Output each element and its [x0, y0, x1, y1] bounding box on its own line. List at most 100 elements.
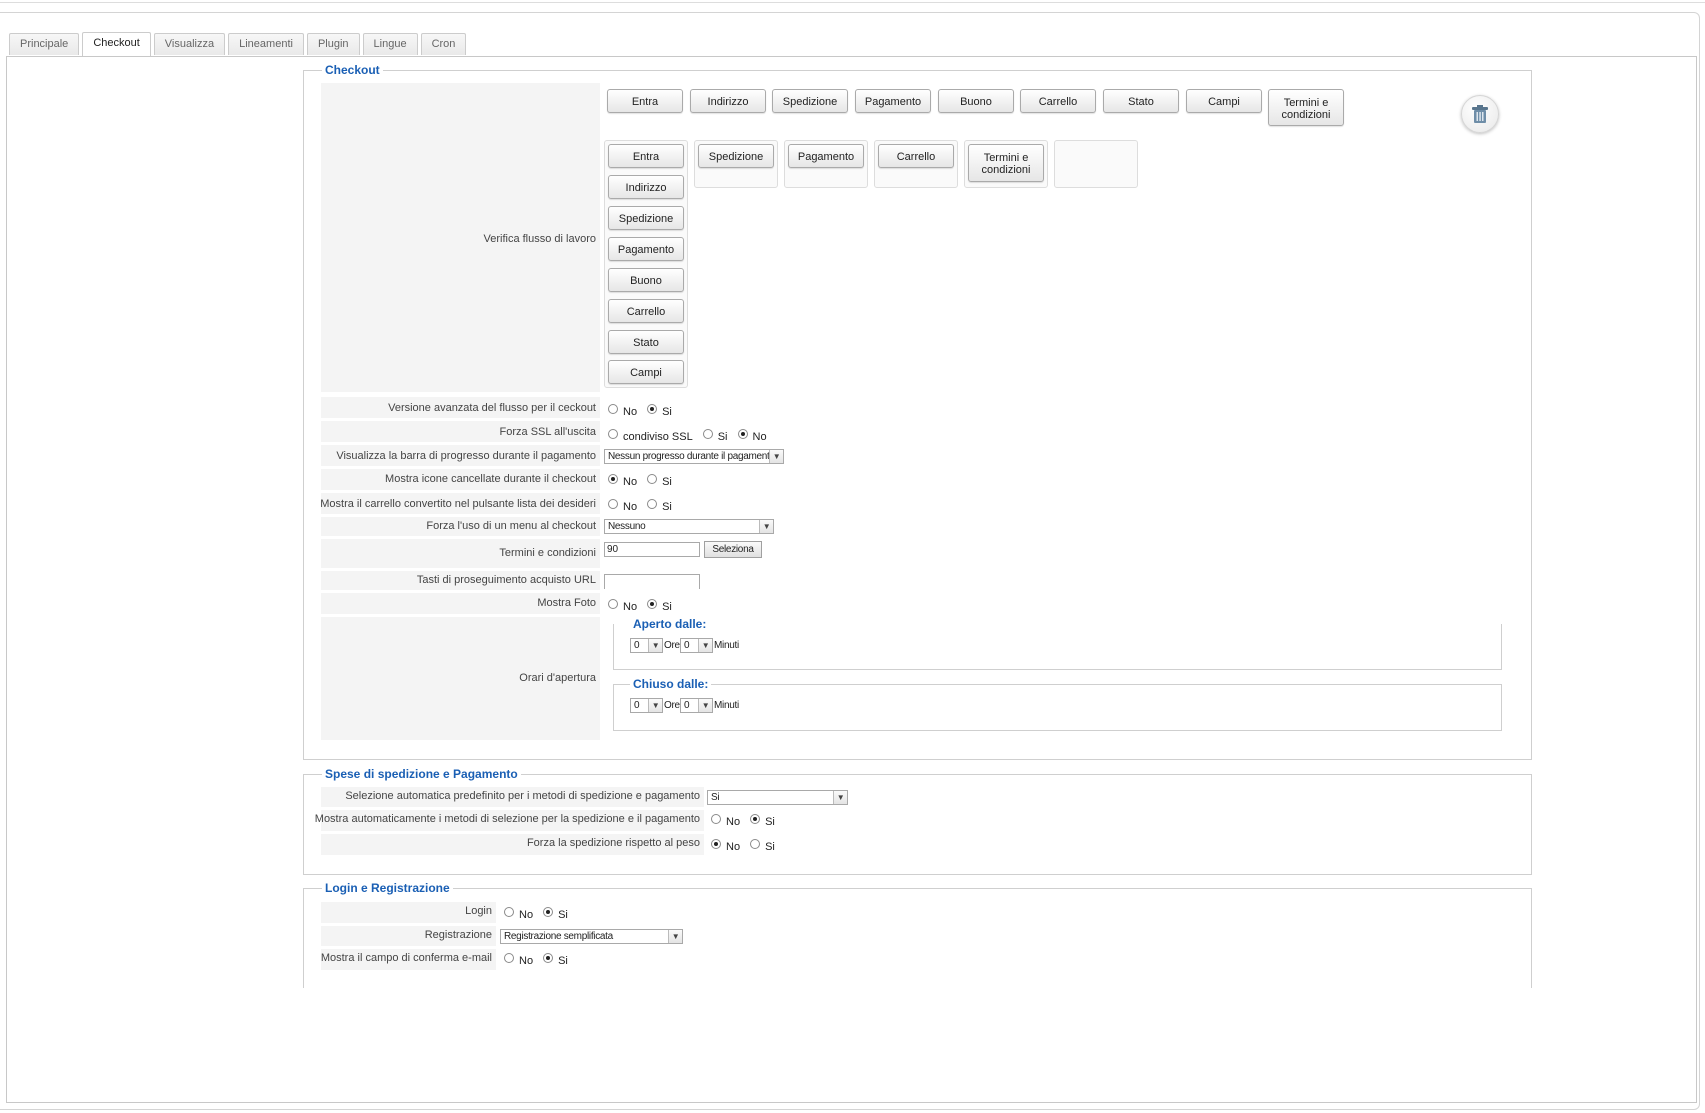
auto-show-no-label: No — [726, 816, 741, 828]
col1-buono[interactable]: Buono — [608, 268, 684, 292]
trash-glyph — [1472, 105, 1488, 123]
open-min-value: 0 — [684, 640, 690, 651]
col5-termini[interactable]: Termini e condizioni — [968, 144, 1044, 182]
step-termini-button[interactable]: Termini e condizioni — [1268, 89, 1344, 126]
auto-show-si-radio[interactable] — [750, 814, 761, 824]
force-weight-no-label: No — [726, 841, 741, 853]
tab-visualizza[interactable]: Visualizza — [153, 33, 226, 55]
auto-select-select[interactable]: Si ▼ — [707, 790, 848, 805]
step-pagamento-button[interactable]: Pagamento — [855, 89, 931, 113]
step-buono-button[interactable]: Buono — [938, 89, 1014, 113]
wishlist-no-label: No — [623, 501, 638, 513]
col2-spedizione[interactable]: Spedizione — [698, 144, 774, 168]
force-weight-si-label: Si — [765, 841, 775, 853]
tab-cron[interactable]: Cron — [420, 33, 467, 55]
cancelled-icons-no-label: No — [623, 476, 638, 488]
workflow-label: Verifica flusso di lavoro — [483, 233, 597, 245]
force-ssl-no-radio[interactable] — [737, 429, 748, 439]
open-hour-select[interactable]: 0 ▼ — [630, 638, 663, 653]
progress-bar-label-cell: Visualizza la barra di progresso durante… — [321, 445, 600, 467]
col1-spedizione[interactable]: Spedizione — [608, 206, 684, 230]
show-photo-si-radio[interactable] — [647, 599, 658, 609]
open-min-select[interactable]: 0 ▼ — [680, 638, 713, 653]
registration-label-cell: Registrazione — [321, 926, 496, 947]
email-confirm-si-radio[interactable] — [543, 953, 554, 963]
advanced-flow-si-radio[interactable] — [647, 404, 658, 414]
opening-hours-label-cell: Orari d'apertura — [321, 617, 600, 741]
col4-carrello[interactable]: Carrello — [878, 144, 954, 168]
force-weight-no-radio[interactable] — [711, 839, 721, 849]
advanced-flow-radios: No Si — [604, 404, 678, 418]
wishlist-radios: No Si — [604, 499, 678, 513]
chevron-down-icon: ▼ — [668, 930, 682, 943]
wishlist-no-radio[interactable] — [608, 499, 618, 509]
cancelled-icons-radios: No Si — [604, 474, 678, 488]
close-hours-unit: Ore — [664, 700, 680, 711]
wishlist-si-radio[interactable] — [647, 499, 658, 509]
step-entra-button[interactable]: Entra — [607, 89, 683, 113]
force-ssl-label: Forza SSL all'uscita — [499, 426, 596, 438]
progress-bar-select[interactable]: Nessun progresso durante il pagamento ▼ — [604, 449, 784, 464]
col1-stato[interactable]: Stato — [608, 330, 684, 354]
login-si-radio[interactable] — [543, 907, 554, 917]
tab-checkout[interactable]: Checkout — [82, 32, 151, 56]
wishlist-label-cell: Mostra il carrello convertito nel pulsan… — [320, 493, 600, 515]
terms-input[interactable]: 90 — [604, 542, 700, 557]
email-confirm-no-radio[interactable] — [504, 953, 514, 963]
force-weight-si-radio[interactable] — [750, 839, 761, 849]
open-from-fieldset: Aperto dalle: — [613, 617, 1502, 670]
continue-url-input[interactable] — [604, 574, 700, 589]
tab-plugin[interactable]: Plugin — [306, 33, 360, 55]
step-indirizzo-button[interactable]: Indirizzo — [690, 89, 766, 113]
step-spedizione-button[interactable]: Spedizione — [772, 89, 848, 113]
show-photo-radios: No Si — [604, 599, 678, 613]
continue-url-label-cell: Tasti di proseguimento acquisto URL — [321, 571, 600, 591]
show-photo-label-cell: Mostra Foto — [321, 593, 600, 615]
tab-lingue[interactable]: Lingue — [362, 33, 418, 55]
show-photo-si-label: Si — [662, 601, 672, 613]
force-weight-label: Forza la spedizione rispetto al peso — [526, 837, 700, 849]
tab-principale[interactable]: Principale — [9, 33, 80, 55]
terms-select-button[interactable]: Seleziona — [704, 541, 762, 558]
advanced-flow-no-radio[interactable] — [608, 404, 618, 414]
workflow-label-cell: Verifica flusso di lavoro — [321, 83, 600, 393]
cancelled-icons-no-radio[interactable] — [608, 474, 618, 484]
advanced-flow-label-cell: Versione avanzata del flusso per il ceck… — [321, 397, 600, 419]
workflow-column-6-empty[interactable] — [1054, 140, 1138, 188]
wishlist-si-label: Si — [662, 501, 672, 513]
closed-from-fieldset: Chiuso dalle: — [613, 677, 1502, 731]
show-photo-no-radio[interactable] — [608, 599, 618, 609]
continue-url-label: Tasti di proseguimento acquisto URL — [416, 574, 596, 586]
step-campi-button[interactable]: Campi — [1186, 89, 1262, 113]
close-min-select[interactable]: 0 ▼ — [680, 698, 713, 713]
cancelled-icons-si-label: Si — [662, 476, 672, 488]
auto-show-no-radio[interactable] — [711, 814, 721, 824]
tab-lineamenti[interactable]: Lineamenti — [228, 33, 304, 55]
col3-pagamento[interactable]: Pagamento — [788, 144, 864, 168]
force-menu-select[interactable]: Nessuno ▼ — [604, 519, 774, 534]
cancelled-icons-label: Mostra icone cancellate durante il check… — [385, 473, 596, 485]
tab-bar: Principale Checkout Visualizza Lineament… — [9, 32, 467, 56]
force-ssl-shared-radio[interactable] — [608, 429, 618, 439]
wishlist-label: Mostra il carrello convertito nel pulsan… — [320, 498, 596, 510]
cancelled-icons-si-radio[interactable] — [647, 474, 658, 484]
login-no-label: No — [519, 909, 534, 921]
login-label-cell: Login — [321, 902, 496, 924]
col1-campi[interactable]: Campi — [608, 360, 684, 384]
auto-select-label-cell: Selezione automatica predefinito per i m… — [321, 787, 704, 808]
step-stato-button[interactable]: Stato — [1103, 89, 1179, 113]
col1-pagamento[interactable]: Pagamento — [608, 237, 684, 261]
col1-indirizzo[interactable]: Indirizzo — [608, 175, 684, 199]
registration-select[interactable]: Registrazione semplificata ▼ — [500, 929, 683, 944]
trash-icon[interactable] — [1461, 95, 1499, 133]
login-si-label: Si — [558, 909, 568, 921]
email-confirm-radios: No Si — [500, 953, 574, 967]
step-carrello-button[interactable]: Carrello — [1020, 89, 1096, 113]
col1-entra[interactable]: Entra — [608, 144, 684, 168]
force-ssl-si-radio[interactable] — [702, 429, 713, 439]
col1-carrello[interactable]: Carrello — [608, 299, 684, 323]
chevron-down-icon: ▼ — [648, 639, 662, 652]
close-hour-select[interactable]: 0 ▼ — [630, 698, 663, 713]
advanced-flow-no-label: No — [623, 406, 638, 418]
login-no-radio[interactable] — [504, 907, 514, 917]
